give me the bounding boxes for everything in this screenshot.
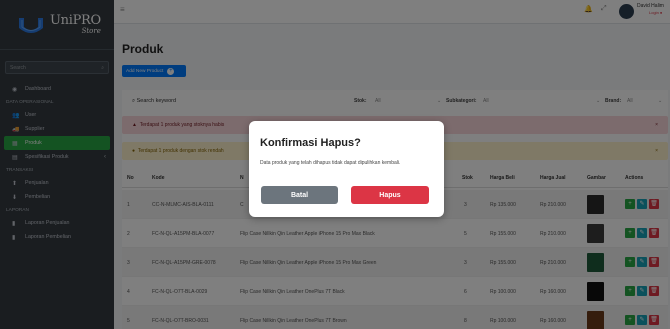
delete-confirm-dialog: Konfirmasi Hapus? Data produk yang telah… xyxy=(249,121,444,217)
dialog-title: Konfirmasi Hapus? xyxy=(260,137,361,149)
cancel-button[interactable]: Batal xyxy=(261,186,338,204)
delete-button[interactable]: Hapus xyxy=(351,186,429,204)
dialog-message: Data produk yang telah dihapus tidak dap… xyxy=(260,160,401,166)
